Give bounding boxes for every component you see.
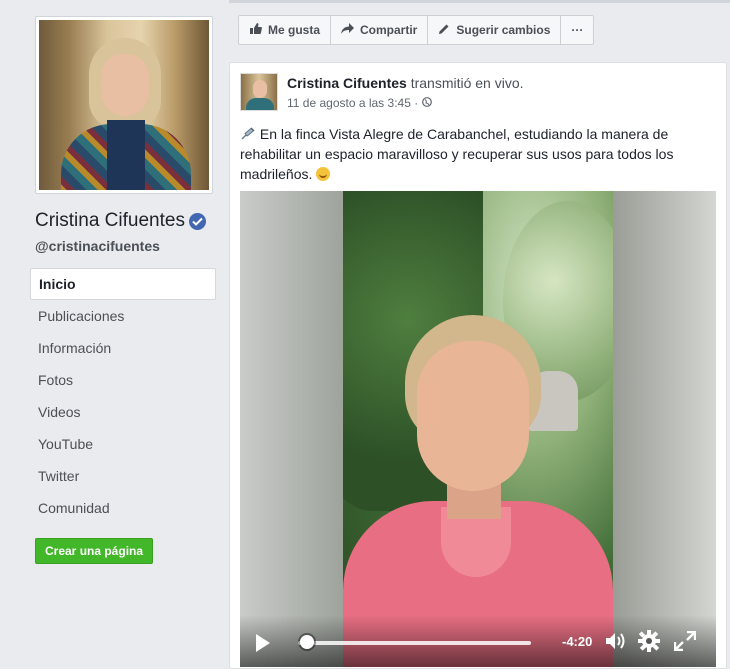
post-author-avatar[interactable] <box>240 73 278 111</box>
share-label: Compartir <box>360 23 418 37</box>
more-options-button[interactable]: ··· <box>561 16 593 44</box>
page-name[interactable]: Cristina Cifuentes <box>35 210 185 232</box>
page-nav: Inicio Publicaciones Información Fotos V… <box>30 268 216 524</box>
nav-item-comunidad[interactable]: Comunidad <box>30 492 216 524</box>
smiling-face-emoji-icon <box>316 167 331 181</box>
thumbs-up-icon <box>249 22 268 38</box>
video-blur-right <box>613 191 716 667</box>
like-label: Me gusta <box>268 23 321 37</box>
post-meta: 11 de agosto a las 3:45 · <box>287 96 433 110</box>
volume-icon[interactable] <box>604 631 628 656</box>
video-blur-left <box>240 191 343 667</box>
page-action-bar: Me gusta Compartir Sugerir cambios ··· <box>238 15 595 45</box>
globe-icon <box>422 96 433 110</box>
post-text-body: En la finca Vista Alegre de Carabanchel,… <box>240 126 674 182</box>
live-video-player[interactable]: -4:20 <box>240 191 716 667</box>
play-icon[interactable] <box>254 633 272 653</box>
nav-item-videos[interactable]: Videos <box>30 396 216 428</box>
syringe-emoji-icon <box>240 126 260 142</box>
post-header: Cristina Cifuentes transmitió en vivo. <box>287 75 524 91</box>
left-column: Cristina Cifuentes @cristinacifuentes In… <box>26 0 226 669</box>
video-controls: -4:20 <box>240 615 716 667</box>
top-divider <box>229 0 730 3</box>
video-frame <box>343 191 613 667</box>
verified-badge-icon <box>188 212 206 230</box>
post-text: En la finca Vista Alegre de Carabanchel,… <box>240 124 710 184</box>
share-arrow-icon <box>341 22 360 38</box>
like-button[interactable]: Me gusta <box>239 16 332 44</box>
post-card: Cristina Cifuentes transmitió en vivo. 1… <box>229 62 727 669</box>
video-time-remaining: -4:20 <box>562 634 593 649</box>
post-timestamp[interactable]: 11 de agosto a las 3:45 · <box>287 96 418 110</box>
suggest-edits-button[interactable]: Sugerir cambios <box>428 16 562 44</box>
nav-item-informacion[interactable]: Información <box>30 332 216 364</box>
profile-picture[interactable] <box>35 16 213 194</box>
video-progress-bar[interactable] <box>298 641 531 645</box>
profile-photo <box>39 20 209 190</box>
suggest-edits-label: Sugerir cambios <box>456 23 551 37</box>
post-author-name[interactable]: Cristina Cifuentes <box>287 75 407 91</box>
video-progress-knob[interactable] <box>300 635 315 649</box>
pencil-icon <box>438 23 456 38</box>
post-action-text: transmitió en vivo. <box>410 75 524 91</box>
nav-item-twitter[interactable]: Twitter <box>30 460 216 492</box>
nav-item-fotos[interactable]: Fotos <box>30 364 216 396</box>
page-handle[interactable]: @cristinacifuentes <box>35 238 160 254</box>
fullscreen-icon[interactable] <box>673 630 697 656</box>
share-button[interactable]: Compartir <box>331 16 429 44</box>
page-name-row: Cristina Cifuentes <box>35 210 206 232</box>
nav-item-publicaciones[interactable]: Publicaciones <box>30 300 216 332</box>
settings-gear-icon[interactable] <box>638 630 660 657</box>
create-page-button[interactable]: Crear una página <box>35 538 154 564</box>
nav-item-youtube[interactable]: YouTube <box>30 428 216 460</box>
nav-item-inicio[interactable]: Inicio <box>30 268 216 300</box>
